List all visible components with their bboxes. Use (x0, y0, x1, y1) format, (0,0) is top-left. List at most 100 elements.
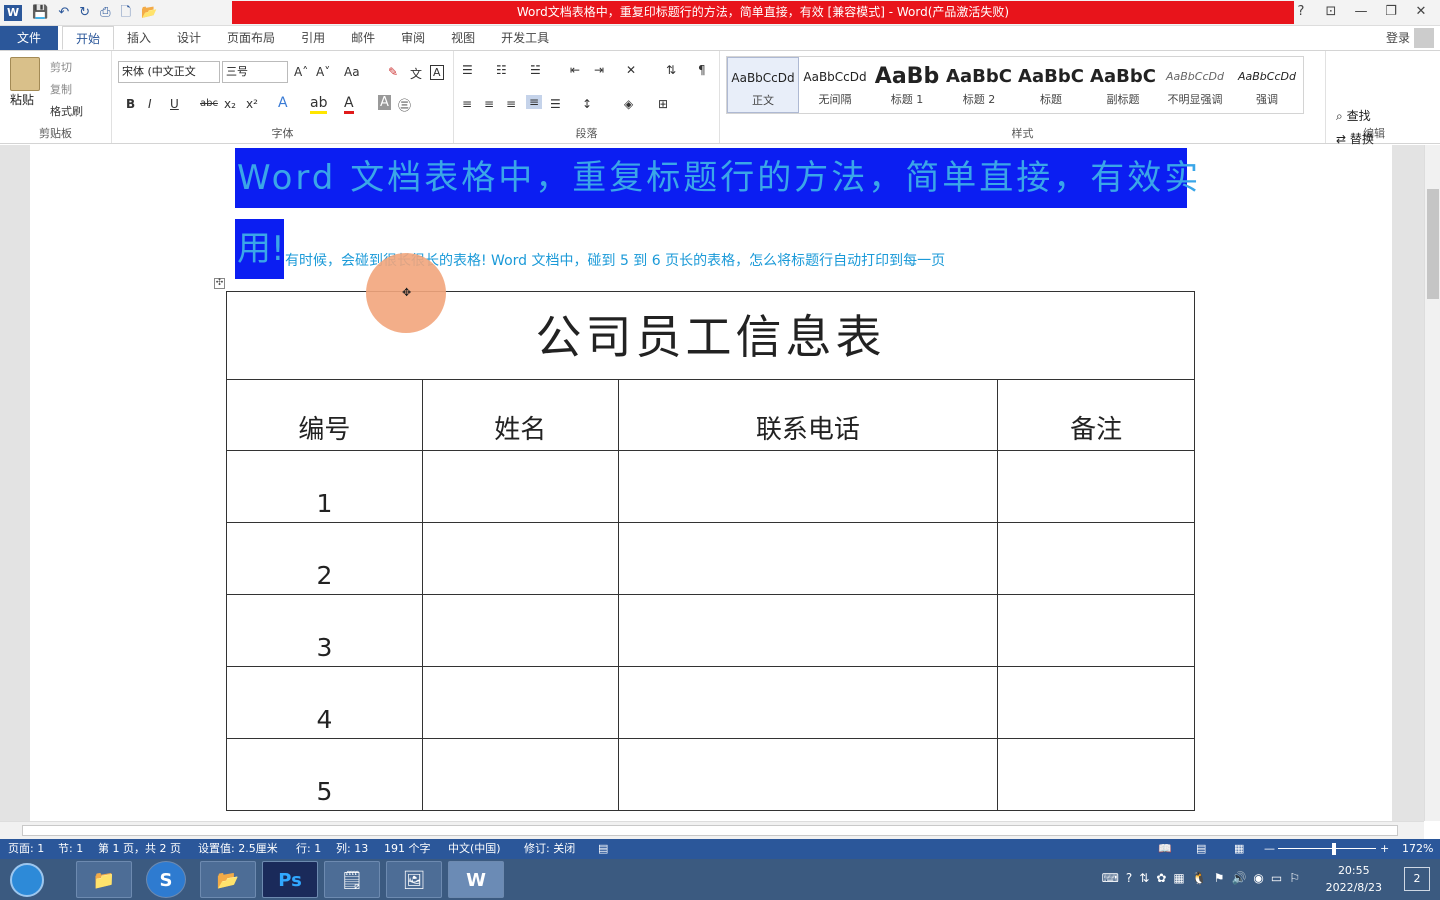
print-preview-icon[interactable]: ⎙ (100, 2, 110, 24)
strikethrough-button[interactable]: abc (200, 98, 218, 109)
tab-view[interactable]: 视图 (438, 26, 488, 50)
system-clock[interactable]: 20:55 2022/8/23 (1326, 862, 1382, 896)
status-language[interactable]: 中文(中国) (448, 839, 501, 859)
table-move-handle-icon[interactable]: ✣ (214, 278, 225, 289)
cell-note[interactable] (997, 666, 1195, 739)
status-position[interactable]: 设置值: 2.5厘米 (198, 839, 278, 859)
paste-icon[interactable] (10, 57, 40, 91)
zoom-out-button[interactable]: — (1264, 839, 1275, 859)
style-title[interactable]: AaBbC 标题 (1015, 57, 1087, 113)
line-spacing-icon[interactable]: ↕ (582, 97, 592, 111)
copy-button[interactable]: 复制 (50, 79, 83, 101)
zoom-slider[interactable] (1278, 848, 1376, 849)
multilevel-list-icon[interactable]: ☱ (530, 63, 541, 77)
notification-button[interactable]: 2 (1404, 867, 1430, 891)
shrink-font-button[interactable]: A˅ (316, 65, 330, 79)
volume-icon[interactable]: 🔊 (1231, 871, 1246, 885)
char-border-icon[interactable]: A (430, 65, 444, 80)
header-note[interactable]: 备注 (997, 379, 1195, 451)
header-id[interactable]: 编号 (226, 379, 423, 451)
show-marks-icon[interactable]: ¶ (698, 63, 706, 77)
tab-design[interactable]: 设计 (164, 26, 214, 50)
underline-button[interactable]: U (170, 97, 179, 111)
sort-icon[interactable]: ⇅ (666, 63, 676, 77)
status-word-count[interactable]: 191 个字 (384, 839, 431, 859)
justify-icon[interactable]: ≡ (526, 95, 543, 109)
style-subtle-emphasis[interactable]: AaBbCcDd 不明显强调 (1159, 57, 1231, 113)
action-center-icon[interactable]: ⚐ (1289, 871, 1300, 885)
flag-icon[interactable]: ⚑ (1214, 871, 1225, 885)
tab-home[interactable]: 开始 (62, 26, 115, 50)
taskbar-sogou-icon[interactable]: S (146, 861, 186, 898)
chinese-layout-icon[interactable]: ✕ (626, 63, 636, 77)
find-button[interactable]: ⌕ 查找 (1336, 105, 1374, 128)
bold-button[interactable]: B (126, 97, 135, 111)
zoom-in-button[interactable]: + (1380, 839, 1389, 859)
avatar[interactable] (1414, 28, 1434, 48)
help-tray-icon[interactable]: ? (1126, 871, 1132, 885)
heading-line-1[interactable]: Word 文档表格中，重复标题行的方法，简单直接，有效实 (235, 148, 1198, 208)
cell-name[interactable] (421, 450, 619, 523)
tab-references[interactable]: 引用 (288, 26, 338, 50)
distributed-icon[interactable]: ☰ (550, 97, 561, 111)
tab-insert[interactable]: 插入 (114, 26, 164, 50)
cell-note[interactable] (997, 450, 1195, 523)
align-left-icon[interactable]: ≡ (462, 97, 472, 111)
header-name[interactable]: 姓名 (421, 379, 619, 451)
flower-icon[interactable]: ✿ (1156, 871, 1166, 885)
undo-icon[interactable]: ↶ (58, 2, 69, 24)
change-case-button[interactable]: Aa (344, 65, 360, 79)
text-effects-icon[interactable]: A (278, 95, 288, 111)
enclose-char-icon[interactable]: ㊂ (398, 95, 411, 114)
style-subtitle[interactable]: AaBbC 副标题 (1087, 57, 1159, 113)
grow-font-button[interactable]: A˄ (294, 65, 308, 79)
cell-note[interactable] (997, 594, 1195, 667)
subscript-button[interactable]: x₂ (224, 97, 236, 111)
cell-phone[interactable] (617, 738, 999, 811)
cell-id[interactable]: 5 (226, 738, 423, 811)
paste-button[interactable]: 粘贴 (10, 91, 34, 108)
cell-phone[interactable] (617, 522, 999, 595)
taskbar-word-icon[interactable]: W (448, 861, 504, 898)
cell-phone[interactable] (617, 594, 999, 667)
grid-app-icon[interactable]: ▦ (1173, 871, 1184, 885)
macro-record-icon[interactable]: ▤ (598, 839, 608, 859)
borders-icon[interactable]: ⊞ (658, 97, 668, 111)
redo-icon[interactable]: ↻ (79, 2, 90, 24)
ribbon-display-button[interactable]: ⊡ (1318, 0, 1344, 24)
decrease-indent-icon[interactable]: ⇤ (570, 63, 580, 77)
print-layout-icon[interactable]: ▤ (1196, 839, 1206, 859)
cell-id[interactable]: 4 (226, 666, 423, 739)
tab-review[interactable]: 审阅 (388, 26, 438, 50)
heading-line-2[interactable]: 用! (235, 219, 285, 279)
taskbar-folder-icon[interactable]: 📂 (200, 861, 256, 898)
save-icon[interactable]: 💾 (32, 2, 48, 24)
status-line[interactable]: 行: 1 (296, 839, 321, 859)
font-color-icon[interactable]: A (344, 95, 354, 114)
tab-mailings[interactable]: 邮件 (338, 26, 388, 50)
shading-icon[interactable]: ◈ (624, 97, 633, 111)
minimize-button[interactable]: — (1348, 0, 1374, 24)
align-center-icon[interactable]: ≡ (484, 97, 494, 111)
vertical-scrollbar[interactable] (1424, 145, 1440, 821)
display-icon[interactable]: ▭ (1271, 871, 1282, 885)
open-folder-icon[interactable]: 📂 (141, 2, 157, 24)
clear-format-icon[interactable]: ✎ (388, 65, 398, 79)
login-link[interactable]: 登录 (1386, 26, 1410, 50)
phonetic-guide-icon[interactable]: 文 (410, 65, 422, 82)
vertical-scroll-thumb[interactable] (1427, 189, 1439, 299)
status-page-count[interactable]: 第 1 页，共 2 页 (98, 839, 181, 859)
qq-icon[interactable]: 🐧 (1192, 871, 1207, 885)
taskbar-explorer-icon[interactable]: 📁 (76, 861, 132, 898)
cell-id[interactable]: 2 (226, 522, 423, 595)
tab-layout[interactable]: 页面布局 (214, 26, 288, 50)
format-painter-button[interactable]: 格式刷 (50, 101, 83, 123)
style-normal[interactable]: AaBbCcDd 正文 (727, 57, 799, 113)
horizontal-scrollbar[interactable] (0, 821, 1424, 839)
cell-phone[interactable] (617, 666, 999, 739)
cell-note[interactable] (997, 522, 1195, 595)
cell-id[interactable]: 1 (226, 450, 423, 523)
zoom-slider-thumb[interactable] (1332, 843, 1336, 855)
header-phone[interactable]: 联系电话 (617, 379, 999, 451)
superscript-button[interactable]: x² (246, 97, 258, 111)
